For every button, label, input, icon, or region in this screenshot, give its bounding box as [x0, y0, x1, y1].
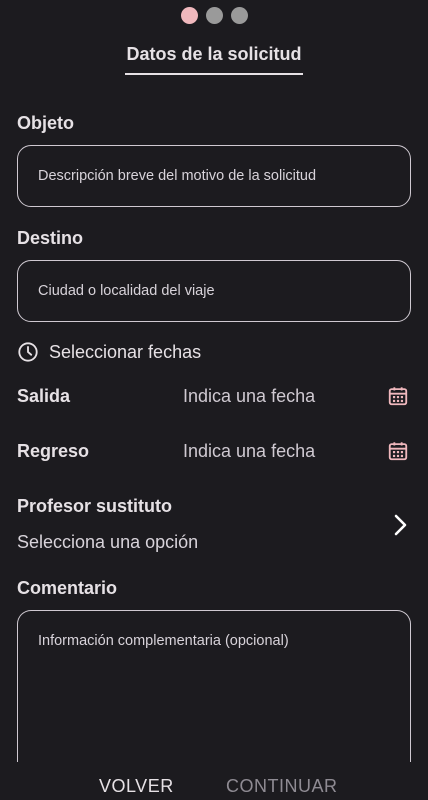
destino-label: Destino	[17, 228, 84, 248]
profesor-value[interactable]: Selecciona una opción	[17, 532, 198, 553]
comentario-placeholder: Información complementaria (opcional)	[38, 633, 289, 649]
continue-button[interactable]: CONTINUAR	[226, 776, 338, 797]
select-dates-toggle[interactable]: Seleccionar fechas	[17, 341, 201, 363]
destino-field[interactable]: Ciudad o localidad del viaje	[17, 260, 411, 322]
calendar-icon[interactable]	[387, 385, 409, 407]
profesor-label: Profesor sustituto	[17, 496, 173, 516]
page-title-container: Datos de la solicitud	[0, 44, 428, 75]
objeto-label: Objeto	[17, 113, 74, 133]
select-dates-label: Seleccionar fechas	[49, 341, 202, 362]
step-dot-1	[180, 7, 198, 24]
destino-placeholder: Ciudad o localidad del viaje	[38, 283, 215, 299]
clock-icon	[18, 342, 38, 362]
comentario-field[interactable]: Información complementaria (opcional)	[17, 610, 411, 780]
objeto-field[interactable]: Descripción breve del motivo de la solic…	[17, 145, 411, 207]
chevron-right-icon[interactable]	[392, 512, 410, 538]
regreso-row[interactable]: Regreso Indica una fecha	[17, 436, 411, 466]
calendar-icon[interactable]	[387, 440, 409, 462]
regreso-value[interactable]: Indica una fecha	[183, 441, 387, 462]
back-button[interactable]: VOLVER	[99, 776, 174, 797]
salida-row[interactable]: Salida Indica una fecha	[17, 381, 411, 411]
step-dot-2	[205, 7, 223, 24]
step-dot-3	[230, 7, 248, 24]
salida-label: Salida	[17, 385, 71, 406]
comentario-label: Comentario	[17, 578, 118, 598]
salida-value[interactable]: Indica una fecha	[183, 386, 387, 407]
footer-bar	[0, 762, 428, 800]
regreso-label: Regreso	[17, 440, 90, 461]
objeto-placeholder: Descripción breve del motivo de la solic…	[38, 168, 317, 184]
page-title: Datos de la solicitud	[125, 44, 303, 75]
step-indicator	[0, 7, 428, 24]
